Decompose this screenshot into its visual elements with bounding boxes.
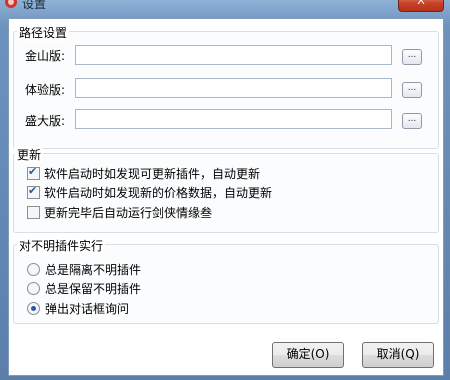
browse-button-jinshan[interactable]: ... — [402, 49, 422, 65]
title-bar: 设置 X — [0, 0, 450, 18]
path-input-trial[interactable] — [75, 78, 392, 98]
update-plugins-checkbox[interactable] — [27, 165, 40, 180]
browse-button-trial[interactable]: ... — [402, 82, 422, 98]
keep-radio[interactable] — [27, 282, 40, 295]
update-plugins-label: 软件启动时如发现可更新插件，自动更新 — [44, 167, 261, 181]
app-icon — [5, 0, 17, 8]
dialog-body: 路径设置 金山版: ... 体验版: ... 盛大版: ... 更新 软件启动时… — [8, 18, 444, 376]
unknown-option-isolate[interactable]: 总是隔离不明插件 — [27, 261, 141, 278]
update-prices-checkbox[interactable] — [27, 184, 40, 199]
paths-group-title: 路径设置 — [17, 24, 70, 41]
path-label-shanda: 盛大版: — [25, 114, 66, 128]
autorun-checkbox[interactable] — [27, 206, 40, 219]
path-label-trial: 体验版: — [25, 83, 66, 97]
browse-button-shanda[interactable]: ... — [402, 113, 422, 129]
update-option-autorun[interactable]: 更新完毕后自动运行剑侠情缘叁 — [27, 204, 212, 221]
path-input-jinshan[interactable] — [75, 45, 392, 65]
path-input-shanda[interactable] — [75, 109, 392, 129]
unknown-option-ask[interactable]: 弹出对话框询问 — [27, 300, 129, 317]
ask-label: 弹出对话框询问 — [45, 302, 130, 316]
window-title: 设置 — [22, 0, 47, 11]
unknown-option-keep[interactable]: 总是保留不明插件 — [27, 280, 141, 297]
isolate-radio[interactable] — [27, 263, 40, 276]
update-group-title: 更新 — [15, 146, 44, 163]
ask-radio[interactable] — [27, 302, 40, 315]
autorun-label: 更新完毕后自动运行剑侠情缘叁 — [44, 206, 213, 220]
keep-label: 总是保留不明插件 — [45, 282, 142, 296]
unknown-plugins-group-title: 对不明插件实行 — [17, 237, 106, 254]
close-button[interactable]: X — [398, 0, 444, 12]
isolate-label: 总是隔离不明插件 — [45, 263, 142, 277]
update-option-prices[interactable]: 软件启动时如发现新的价格数据，自动更新 — [27, 184, 272, 201]
update-option-plugins[interactable]: 软件启动时如发现可更新插件，自动更新 — [27, 165, 260, 182]
path-label-jinshan: 金山版: — [25, 49, 66, 63]
ok-button[interactable]: 确定(O) — [272, 342, 344, 368]
cancel-button[interactable]: 取消(Q) — [362, 342, 434, 368]
settings-window: 设置 X 路径设置 金山版: ... 体验版: ... 盛大版: ... 更新 … — [0, 0, 450, 380]
update-prices-label: 软件启动时如发现新的价格数据，自动更新 — [44, 186, 273, 200]
